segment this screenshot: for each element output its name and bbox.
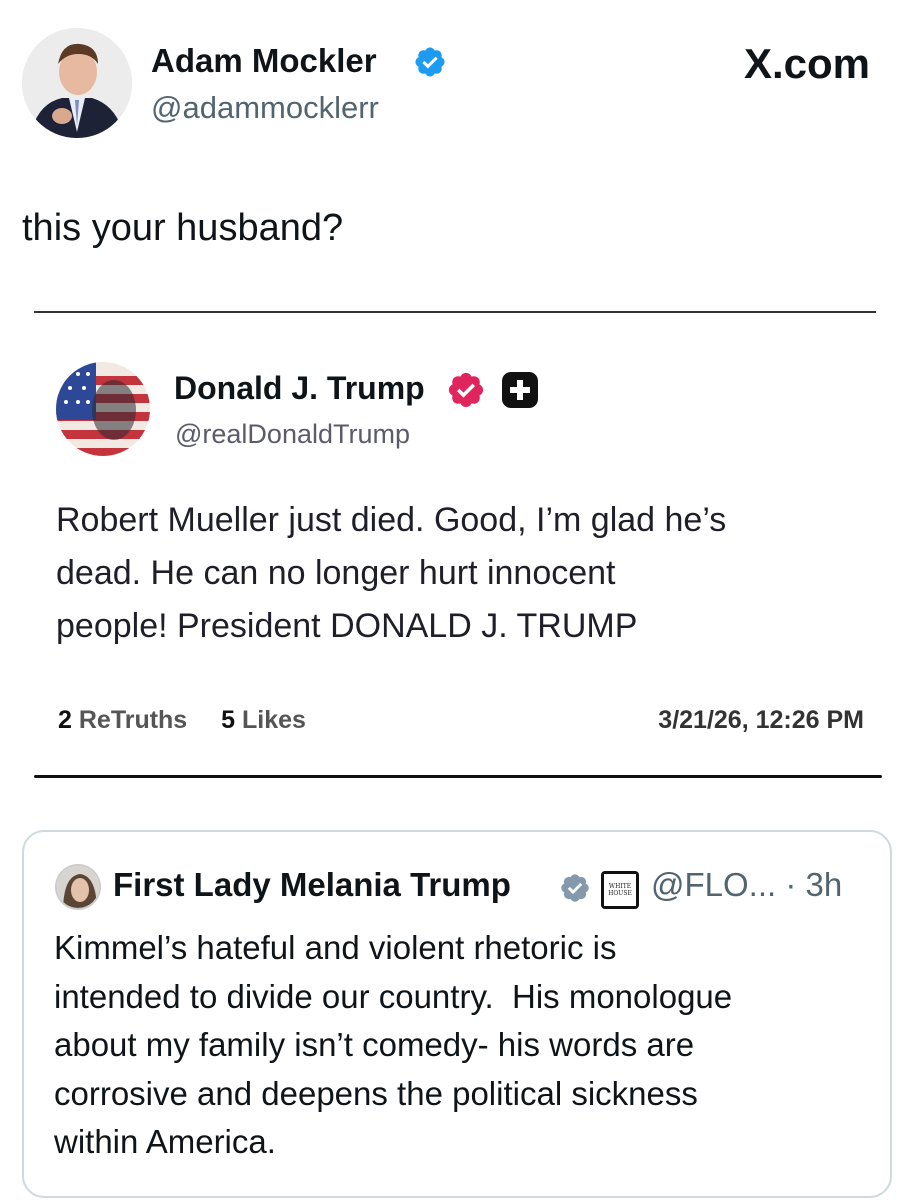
melania-avatar[interactable]	[55, 864, 101, 910]
quote-text-line: intended to divide our country. His mono…	[54, 977, 733, 1015]
author-name[interactable]: Adam Mockler	[151, 42, 377, 80]
truth-text-line: dead. He can no longer hurt innocent	[56, 554, 616, 592]
plus-badge-icon	[502, 372, 538, 408]
verified-badge-icon	[415, 47, 445, 77]
site-label: X.com	[743, 40, 870, 87]
melania-handle-meta: @FLO... · 3h	[651, 866, 843, 903]
author-handle[interactable]: @adammocklerr	[151, 90, 379, 126]
tweet-text: this your husband?	[22, 207, 344, 249]
retruths-count[interactable]: 2	[58, 706, 72, 734]
likes-label[interactable]: Likes	[242, 706, 306, 734]
trump-avatar[interactable]	[56, 362, 150, 456]
bottom-divider	[34, 775, 882, 778]
top-divider	[34, 311, 876, 313]
truth-text-line: Robert Mueller just died. Good, I’m glad…	[56, 501, 727, 539]
white-house-badge-text: WHITE HOUSE	[608, 883, 632, 897]
trump-name[interactable]: Donald J. Trump	[174, 370, 425, 407]
verified-badge-icon	[448, 372, 484, 408]
melania-name[interactable]: First Lady Melania Trump	[113, 866, 511, 904]
melania-handle[interactable]: @FLO...	[651, 866, 776, 903]
quote-text-line: corrosive and deepens the political sick…	[54, 1074, 698, 1112]
white-house-badge-icon: WHITE HOUSE	[601, 871, 639, 909]
likes-count[interactable]: 5	[221, 706, 235, 734]
truth-stats: 2 ReTruths 5 Likes	[58, 706, 306, 735]
truth-text-line: people! President DONALD J. TRUMP	[56, 607, 638, 645]
quote-text-line: within America.	[54, 1123, 276, 1160]
quote-text: Kimmel’s hateful and violent rhetoric is…	[54, 924, 874, 1167]
author-avatar[interactable]	[22, 28, 132, 138]
truth-text: Robert Mueller just died. Good, I’m glad…	[56, 494, 886, 653]
quote-timestamp[interactable]: 3h	[806, 866, 843, 903]
truth-date: 3/21/26, 12:26 PM	[658, 706, 864, 734]
trump-handle[interactable]: @realDonaldTrump	[175, 419, 410, 450]
quote-text-line: Kimmel’s hateful and violent rhetoric is	[54, 929, 617, 966]
verified-badge-icon	[561, 874, 589, 902]
retruths-label[interactable]: ReTruths	[79, 706, 187, 734]
quote-text-line: about my family isn’t comedy- his words …	[54, 1026, 695, 1063]
